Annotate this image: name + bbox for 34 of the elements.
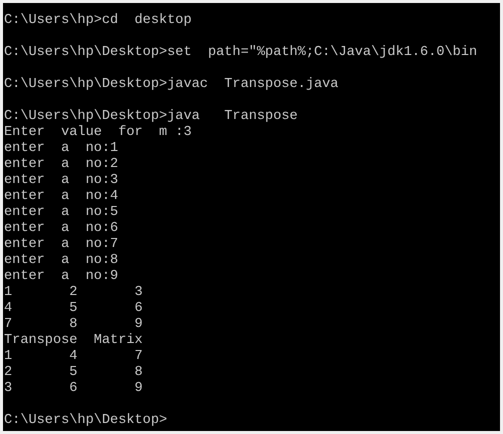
console-line: Transpose Matrix — [4, 333, 143, 349]
console-line: enter a no:3 — [4, 173, 118, 189]
matrix-value: 8 — [134, 365, 143, 380]
console-line: enter a no:4 — [4, 189, 118, 205]
matrix-value: 1 — [4, 285, 12, 300]
console-line: Enter value for m :3 — [4, 125, 192, 141]
console-line: C:\Users\hp\Desktop>java Transpose — [4, 109, 298, 125]
console-line: enter a no:9 — [4, 269, 118, 285]
matrix-value: 9 — [134, 381, 143, 396]
matrix-value: 7 — [4, 317, 12, 332]
matrix-value: 5 — [69, 301, 78, 316]
console-line: C:\Users\hp\Desktop>set path="%path%;C:\Java\jdk1.6.0\bin — [4, 45, 478, 61]
matrix-value: 3 — [4, 381, 12, 396]
console-line: C:\Users\hp\Desktop>javac Transpose.java — [4, 77, 338, 93]
matrix-value: 3 — [134, 285, 143, 300]
matrix-value: 6 — [69, 381, 78, 396]
console-line: enter a no:5 — [4, 205, 118, 221]
console-line: C:\Users\hp\Desktop> — [4, 413, 168, 429]
matrix-value: 6 — [134, 301, 143, 316]
matrix-value: 2 — [4, 365, 12, 380]
matrix-value: 4 — [4, 301, 12, 316]
console-line: enter a no:1 — [4, 141, 118, 157]
matrix-value: 8 — [69, 317, 78, 332]
matrix-value: 1 — [4, 349, 12, 364]
console-line: C:\Users\hp>cd desktop — [4, 13, 192, 29]
matrix-value: 9 — [134, 317, 143, 332]
matrix-value: 7 — [134, 349, 143, 364]
matrix-value: 5 — [69, 365, 78, 380]
matrix-value: 2 — [69, 285, 78, 300]
console-line: enter a no:7 — [4, 237, 118, 253]
console-line: enter a no:2 — [4, 157, 118, 173]
matrix-value: 4 — [69, 349, 78, 364]
console-line: enter a no:6 — [4, 221, 118, 237]
console-line: enter a no:8 — [4, 253, 118, 269]
